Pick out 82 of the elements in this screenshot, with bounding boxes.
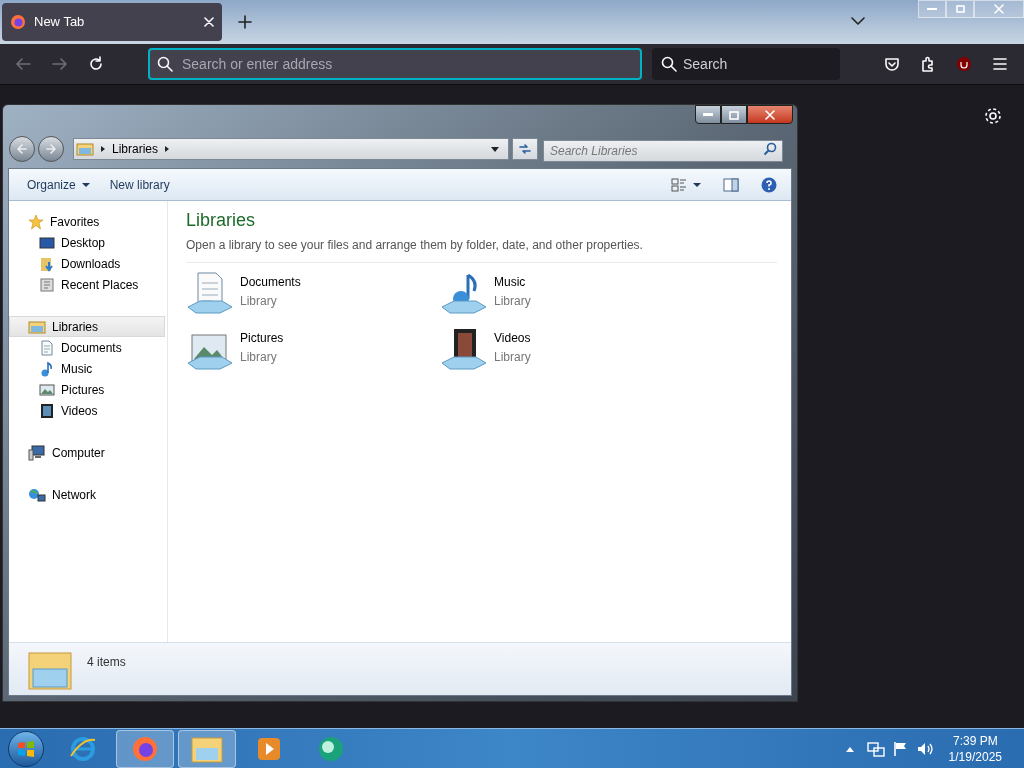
library-folder-icon <box>76 142 94 156</box>
forward-arrow-icon <box>45 143 57 155</box>
minimize-icon <box>703 113 713 116</box>
library-item[interactable]: Videos Library <box>440 325 694 371</box>
download-icon <box>39 255 55 272</box>
status-text: 4 items <box>87 654 126 671</box>
settings-icon[interactable] <box>984 107 1002 125</box>
video-icon <box>39 402 55 419</box>
view-options-icon[interactable] <box>671 177 701 192</box>
back-arrow-icon <box>16 143 28 155</box>
maximize-button[interactable] <box>721 105 747 124</box>
pocket-icon[interactable] <box>884 56 900 72</box>
search-icon <box>661 56 677 72</box>
refresh-button[interactable] <box>512 138 538 160</box>
search-icon <box>157 56 173 72</box>
nav-item[interactable]: Music <box>9 358 167 379</box>
library-item[interactable]: Documents Library <box>186 269 440 315</box>
star-icon <box>28 213 44 230</box>
close-icon[interactable] <box>204 17 214 27</box>
search-icon <box>763 142 777 156</box>
address-field[interactable]: Search or enter address <box>148 48 642 80</box>
arrows-icon <box>518 143 532 155</box>
nav-item[interactable]: Videos <box>9 400 167 421</box>
network-icon[interactable] <box>866 740 885 757</box>
nav-item[interactable]: Favorites <box>9 211 165 232</box>
page-heading: Libraries <box>186 209 257 232</box>
toolbar-button[interactable]: New library <box>101 172 178 197</box>
start-button[interactable] <box>8 730 44 767</box>
nav-item[interactable]: Recent Places <box>9 274 167 295</box>
document-icon <box>39 339 55 356</box>
recent-icon <box>39 276 55 293</box>
nav-item[interactable]: Desktop <box>9 232 167 253</box>
address-bar[interactable]: Libraries <box>73 138 509 160</box>
search-field[interactable]: Search Libraries <box>543 140 783 162</box>
minimize-button[interactable] <box>695 105 721 124</box>
minimize-icon <box>927 8 937 10</box>
windows-logo-icon <box>16 738 36 759</box>
breadcrumb-item: Libraries <box>112 141 159 158</box>
toolbar-button[interactable]: Organize <box>19 172 98 197</box>
dropdown-arrow-icon <box>81 181 90 188</box>
music-icon <box>39 360 55 377</box>
network-icon <box>28 486 46 503</box>
search-field[interactable]: Search <box>652 48 840 80</box>
library-item[interactable]: Pictures Library <box>186 325 440 371</box>
new-tab-icon[interactable] <box>238 15 252 29</box>
flag-icon[interactable] <box>892 740 909 757</box>
restore-icon <box>953 3 967 15</box>
close-icon <box>762 108 778 121</box>
close-icon <box>992 3 1006 15</box>
back-arrow-icon[interactable] <box>15 57 31 71</box>
computer-icon <box>28 444 46 461</box>
firefox-icon <box>10 14 26 30</box>
description-text: Open a library to see your files and arrange them by folder, date, and other properties. <box>186 237 644 254</box>
dropdown-arrow-icon[interactable] <box>490 145 500 153</box>
tab-title: New Tab <box>34 13 86 32</box>
maximize-icon <box>726 108 742 121</box>
nav-item[interactable]: Pictures <box>9 379 167 400</box>
nav-item[interactable]: Downloads <box>9 253 167 274</box>
browser-tab[interactable]: New Tab <box>2 3 222 41</box>
forward-arrow-icon[interactable] <box>52 57 68 71</box>
nav-item[interactable]: Network <box>9 484 165 505</box>
document-library-icon <box>186 269 234 315</box>
forward-button[interactable] <box>38 136 64 162</box>
clock[interactable]: 7:39 PM 1/19/2025 <box>948 732 1002 765</box>
menu-icon[interactable] <box>992 57 1008 71</box>
help-icon[interactable] <box>761 176 777 193</box>
taskbar-app-button[interactable] <box>116 729 174 768</box>
close-button[interactable] <box>747 105 793 124</box>
puzzle-piece-icon[interactable] <box>920 56 936 72</box>
picture-icon <box>39 382 55 397</box>
library-icon <box>28 318 46 335</box>
nav-item[interactable]: Documents <box>9 337 167 358</box>
reload-icon[interactable] <box>88 56 104 72</box>
nav-item[interactable]: Libraries <box>9 316 165 337</box>
nav-item[interactable]: Computer <box>9 442 165 463</box>
library-item[interactable]: Music Library <box>440 269 694 315</box>
preview-pane-icon[interactable] <box>723 177 739 192</box>
taskbar-app-button[interactable] <box>178 729 236 768</box>
tab-list-icon[interactable] <box>851 16 865 26</box>
media-app-icon <box>256 735 282 762</box>
desktop-icon <box>39 235 55 250</box>
back-button[interactable] <box>9 136 35 162</box>
